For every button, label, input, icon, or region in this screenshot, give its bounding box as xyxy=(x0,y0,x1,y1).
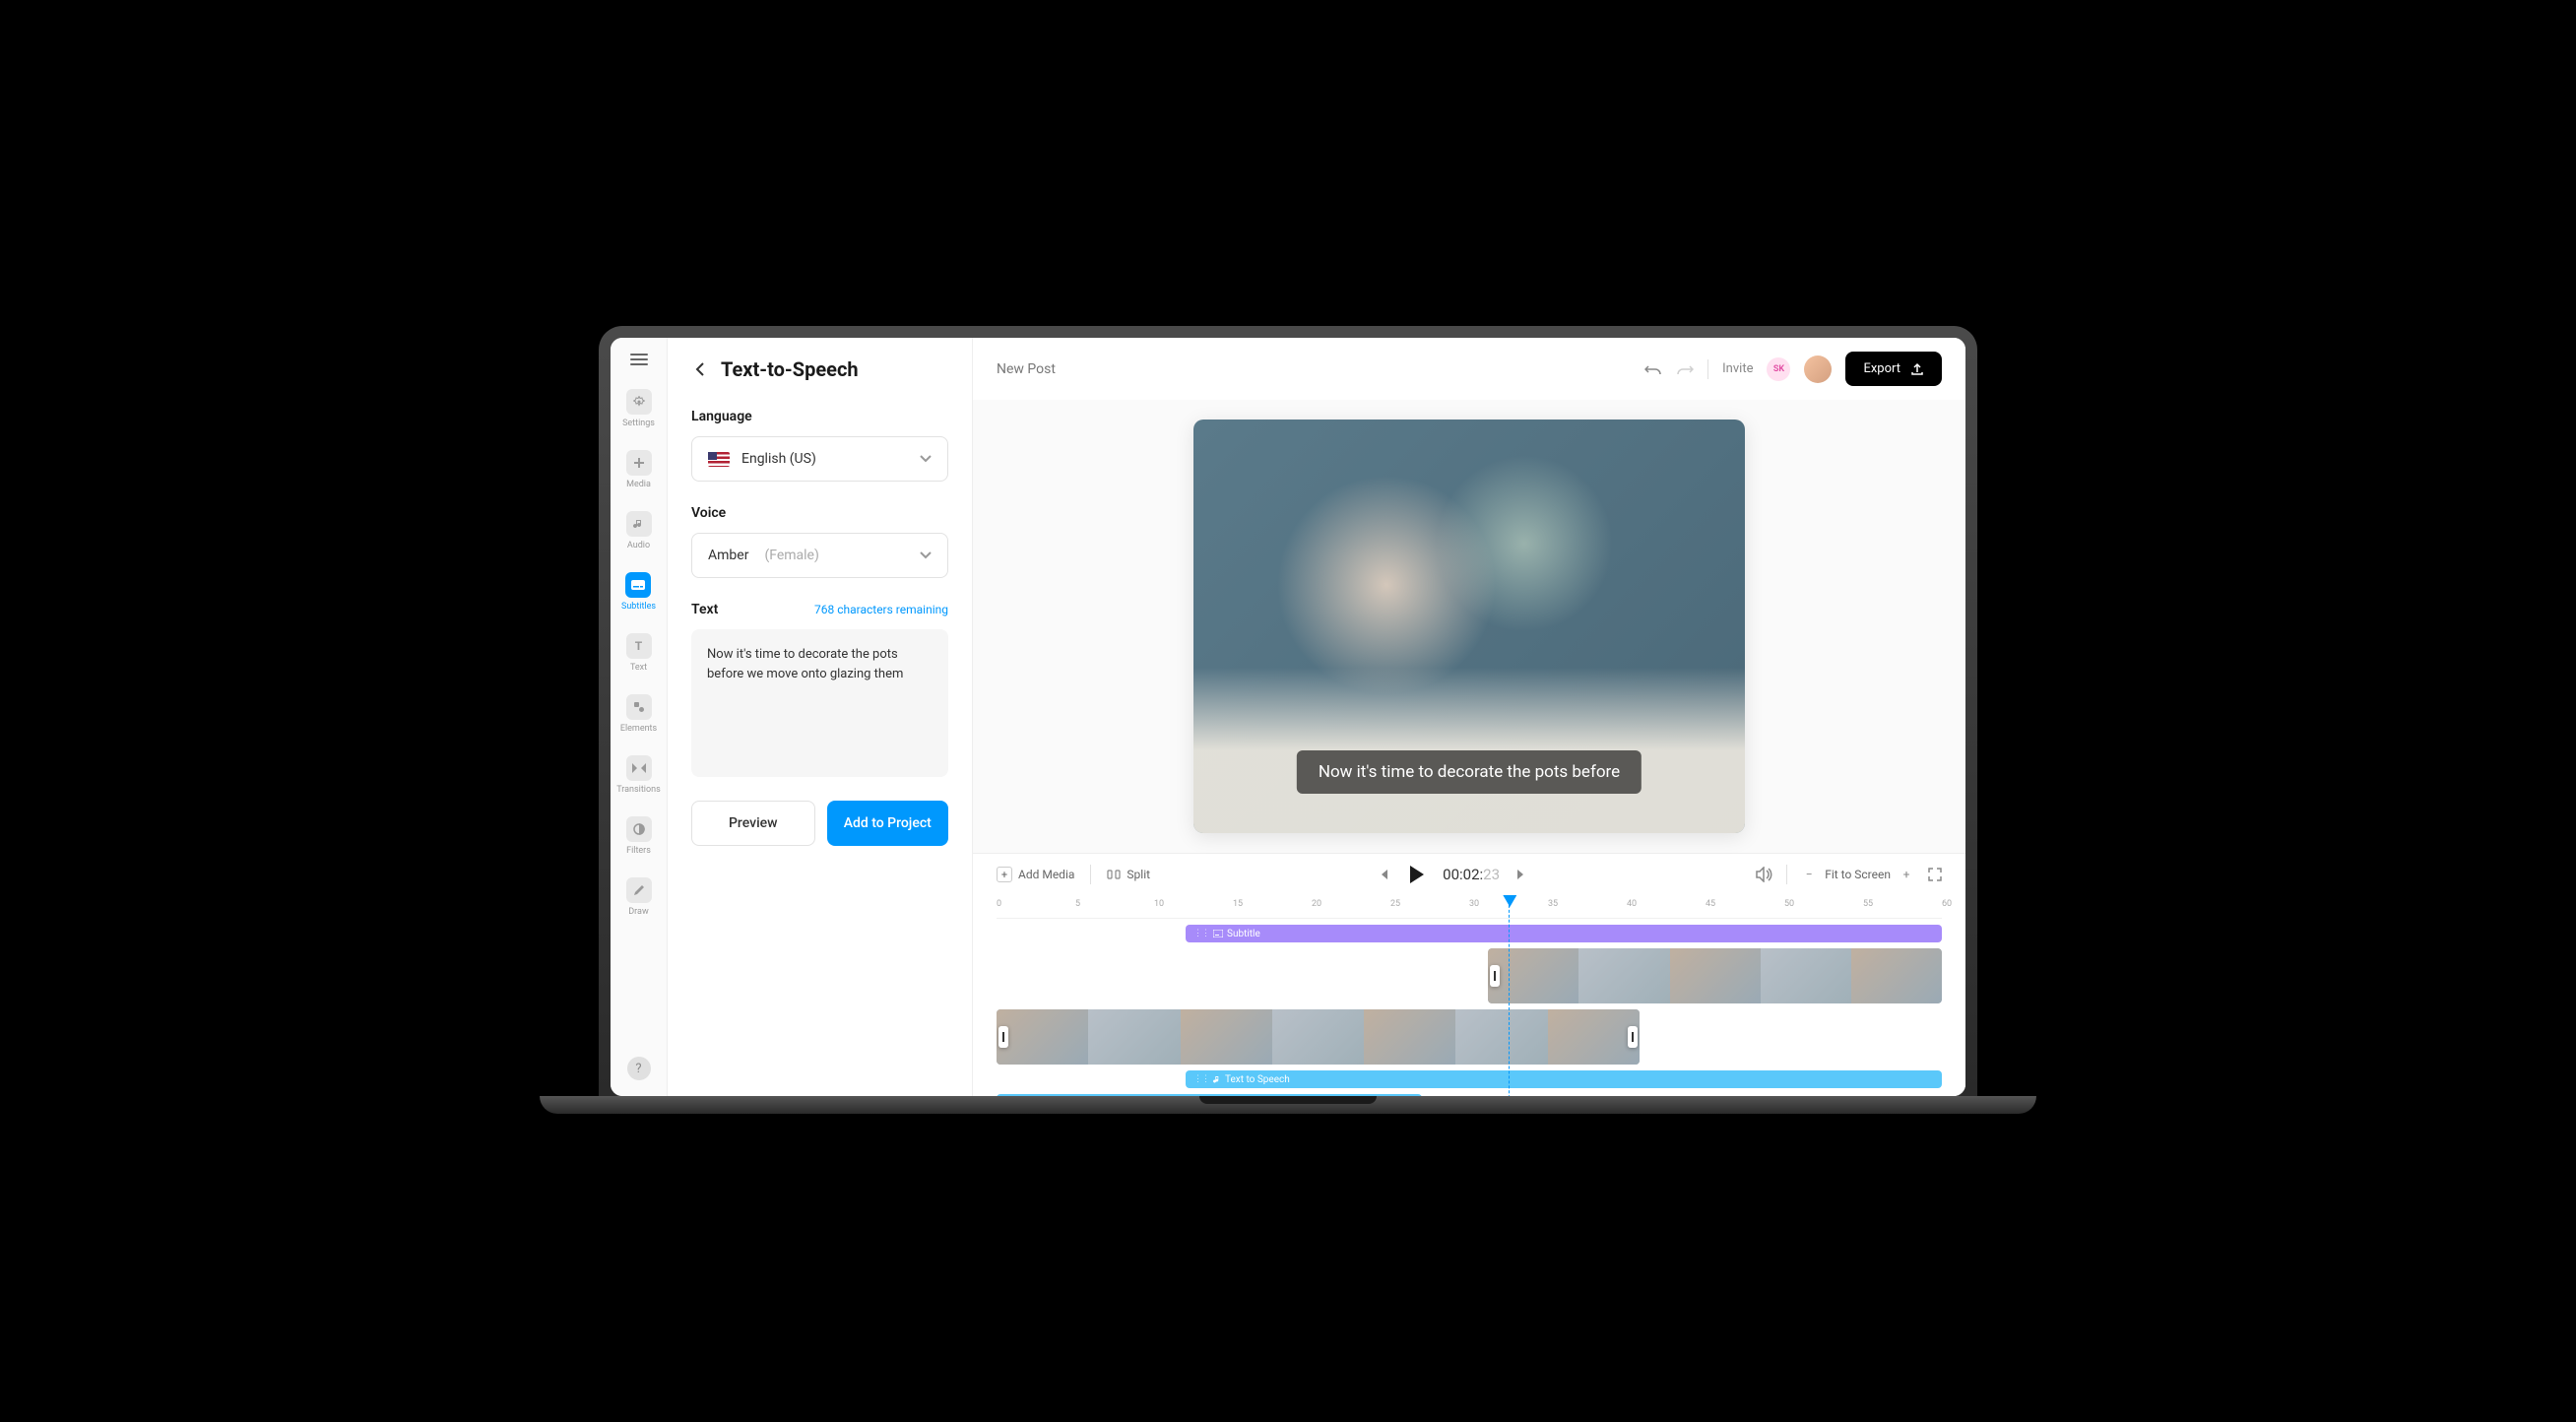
invite-button[interactable]: Invite xyxy=(1722,361,1753,376)
collaborator-avatar[interactable]: SK xyxy=(1767,357,1790,381)
ruler-tick: 30 xyxy=(1469,899,1479,909)
ruler-tick: 50 xyxy=(1784,899,1794,909)
ruler-tick: 15 xyxy=(1233,899,1243,909)
undo-button[interactable] xyxy=(1644,362,1662,376)
left-rail: Settings Media Audio Subtitles T Text El… xyxy=(611,338,668,1096)
timeline-ruler[interactable]: 051015202530354045505560 xyxy=(997,895,1942,919)
playhead[interactable] xyxy=(1509,895,1510,1096)
skip-forward-button[interactable] xyxy=(1515,869,1527,880)
chevron-down-icon xyxy=(920,455,932,463)
us-flag-icon xyxy=(708,452,730,467)
sidebar-item-media[interactable]: Media xyxy=(626,450,652,489)
project-title[interactable]: New Post xyxy=(997,361,1056,377)
text-icon: T xyxy=(626,633,652,659)
ruler-tick: 20 xyxy=(1312,899,1321,909)
timecode: 00:02:23 xyxy=(1443,866,1500,883)
ruler-tick: 5 xyxy=(1075,899,1080,909)
video-preview[interactable]: Now it's time to decorate the pots befor… xyxy=(1193,420,1745,833)
music-note-icon xyxy=(626,511,652,537)
caption-overlay: Now it's time to decorate the pots befor… xyxy=(1297,750,1642,794)
volume-icon[interactable] xyxy=(1755,867,1772,882)
gear-icon xyxy=(626,389,652,415)
sidebar-item-elements[interactable]: Elements xyxy=(620,694,657,734)
skip-back-button[interactable] xyxy=(1378,869,1389,880)
shapes-icon xyxy=(626,694,652,720)
ruler-tick: 35 xyxy=(1548,899,1558,909)
plus-icon: + xyxy=(997,867,1012,882)
chevron-down-icon xyxy=(920,551,932,559)
back-arrow-icon[interactable] xyxy=(691,360,709,378)
ruler-tick: 10 xyxy=(1154,899,1164,909)
redo-button[interactable] xyxy=(1676,362,1694,376)
tts-text-input[interactable] xyxy=(691,629,948,777)
ruler-tick: 40 xyxy=(1627,899,1637,909)
tts-panel: Text-to-Speech Language English (US) Voi… xyxy=(668,338,973,1096)
grip-icon: ⋮⋮ xyxy=(1193,1074,1209,1084)
zoom-in-button[interactable]: + xyxy=(1899,867,1914,882)
transitions-icon xyxy=(626,755,652,781)
pencil-icon xyxy=(626,877,652,903)
sidebar-item-settings[interactable]: Settings xyxy=(622,389,655,428)
ruler-tick: 45 xyxy=(1706,899,1715,909)
controls-bar: + Add Media Split 00:02:23 − Fit to Scre… xyxy=(973,853,1965,895)
user-avatar[interactable] xyxy=(1804,356,1832,383)
fullscreen-icon[interactable] xyxy=(1928,868,1942,881)
plus-icon xyxy=(626,450,652,476)
subtitle-track[interactable]: ⋮⋮ Subtitle xyxy=(1186,925,1942,942)
zoom-out-button[interactable]: − xyxy=(1801,867,1817,882)
subtitle-icon xyxy=(1213,930,1223,937)
language-dropdown[interactable]: English (US) xyxy=(691,436,948,482)
split-icon xyxy=(1107,868,1121,881)
preview-area: Now it's time to decorate the pots befor… xyxy=(973,400,1965,853)
preview-button[interactable]: Preview xyxy=(691,801,815,846)
sidebar-item-filters[interactable]: Filters xyxy=(626,816,652,856)
video-clip-1[interactable] xyxy=(997,1009,1640,1065)
text-label: Text xyxy=(691,602,718,617)
filters-icon xyxy=(626,816,652,842)
topbar: New Post Invite SK Export xyxy=(973,338,1965,400)
sidebar-item-transitions[interactable]: Transitions xyxy=(616,755,661,795)
voice-label: Voice xyxy=(691,505,948,521)
music-note-icon xyxy=(1213,1075,1221,1083)
add-media-button[interactable]: + Add Media xyxy=(997,867,1074,882)
sidebar-item-audio[interactable]: Audio xyxy=(626,511,652,550)
export-button[interactable]: Export xyxy=(1845,352,1942,386)
subtitles-icon xyxy=(625,572,651,598)
tts-track[interactable]: ⋮⋮ Text to Speech xyxy=(1186,1070,1942,1088)
ruler-tick: 60 xyxy=(1942,899,1952,909)
sidebar-item-text[interactable]: T Text xyxy=(626,633,652,673)
upload-icon xyxy=(1910,362,1924,376)
add-to-project-button[interactable]: Add to Project xyxy=(827,801,949,846)
split-button[interactable]: Split xyxy=(1107,868,1150,881)
grip-icon: ⋮⋮ xyxy=(1193,929,1209,938)
clip-handle-left[interactable] xyxy=(1490,965,1500,987)
video-clip-2[interactable] xyxy=(1488,948,1942,1003)
chars-remaining: 768 characters remaining xyxy=(814,603,948,616)
play-button[interactable] xyxy=(1405,864,1427,885)
panel-title: Text-to-Speech xyxy=(721,357,859,381)
ruler-tick: 0 xyxy=(997,899,1001,909)
help-button[interactable]: ? xyxy=(627,1057,651,1080)
menu-icon[interactable] xyxy=(630,354,648,365)
sidebar-item-subtitles[interactable]: Subtitles xyxy=(621,572,656,612)
main-area: New Post Invite SK Export Now it's time … xyxy=(973,338,1965,1096)
clip-handle-left[interactable] xyxy=(998,1026,1008,1048)
ruler-tick: 55 xyxy=(1863,899,1873,909)
sidebar-item-draw[interactable]: Draw xyxy=(626,877,652,917)
ruler-tick: 25 xyxy=(1390,899,1400,909)
fit-to-screen-button[interactable]: Fit to Screen xyxy=(1825,868,1891,881)
timeline[interactable]: 0 5 10 15 20 25 30 35 40 45 50 55 60 ⋮⋮ Subtitle xyxy=(973,895,1965,1096)
clip-handle-right[interactable] xyxy=(1628,1026,1638,1048)
voice-dropdown[interactable]: Amber (Female) xyxy=(691,533,948,578)
language-label: Language xyxy=(691,409,948,424)
audio-track[interactable]: ⋮⋮ Audio ⋮⋮ xyxy=(997,1094,1422,1096)
